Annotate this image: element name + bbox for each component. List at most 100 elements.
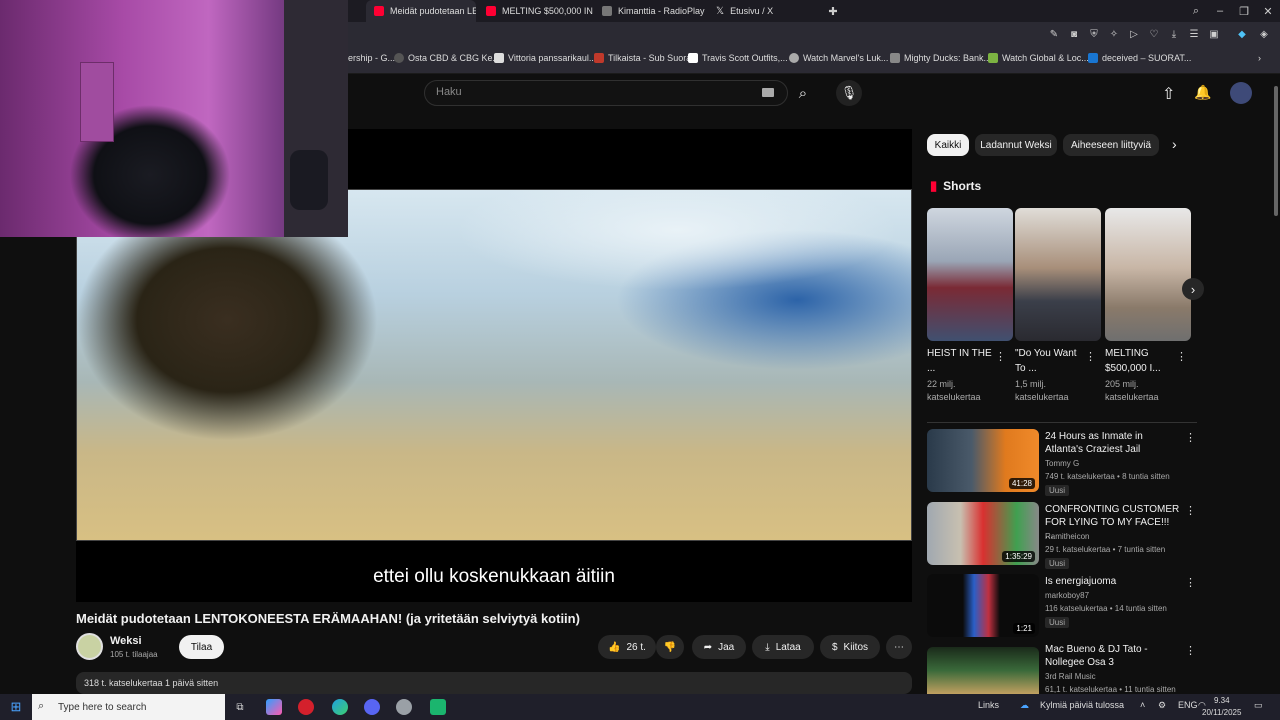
bookmark-item[interactable]: ership - G...	[348, 53, 395, 63]
tab-x[interactable]: 𝕏 Etusivu / X	[708, 0, 818, 22]
notification-icon[interactable]: ▭	[1254, 700, 1263, 711]
cube-icon[interactable]: ◈	[1258, 28, 1270, 40]
task-view-icon[interactable]: ⧉	[232, 699, 248, 715]
clock-time[interactable]: 9.34	[1214, 696, 1230, 705]
more-button[interactable]: ⋯	[886, 635, 912, 659]
chip-ladannut[interactable]: Ladannut Weksi	[975, 134, 1057, 156]
video-thumbnail[interactable]: 41:28	[927, 429, 1039, 492]
kebab-menu-icon[interactable]: ⋮	[1176, 350, 1187, 363]
scrollbar[interactable]	[1274, 86, 1278, 216]
kebab-menu-icon[interactable]: ⋮	[1185, 576, 1196, 589]
bookmark-item[interactable]: deceived – SUORAT...	[1088, 53, 1191, 63]
subscribe-button[interactable]: Tilaa	[179, 635, 224, 659]
video-thumbnail[interactable]: 1:35:29	[927, 502, 1039, 565]
bell-icon[interactable]: 🔔	[1194, 84, 1211, 101]
channel-name[interactable]: Weksi	[110, 635, 142, 647]
bookmark-item[interactable]: Mighty Ducks: Bank...	[890, 53, 991, 63]
chevron-up-icon[interactable]: ˄	[1140, 700, 1145, 710]
chevron-right-icon[interactable]: ›	[1172, 136, 1177, 152]
chevron-right-icon[interactable]: ›	[1258, 53, 1261, 63]
short-title[interactable]: "Do You Want To ...	[1015, 346, 1085, 376]
keyboard-icon[interactable]	[762, 88, 774, 97]
download-button[interactable]: ⤓ Lataa	[752, 635, 814, 659]
rec-channel[interactable]: Ramitheicon	[1045, 532, 1089, 541]
bookmark-item[interactable]: Watch Marvel's Luk...	[789, 53, 888, 63]
short-thumbnail[interactable]	[927, 208, 1013, 341]
aria-icon[interactable]: ◆	[1236, 28, 1248, 40]
channel-avatar[interactable]	[76, 633, 103, 660]
weather-text[interactable]: Kylmiä päiviä tulossa	[1040, 700, 1124, 710]
like-button[interactable]: 👍 26 t.	[598, 635, 656, 659]
search-tabs-icon[interactable]: ⌕	[1184, 0, 1208, 22]
bookmark-item[interactable]: Travis Scott Outfits,...	[688, 53, 788, 63]
video-frame[interactable]	[76, 189, 912, 541]
clock-date[interactable]: 20/11/2025	[1202, 708, 1241, 717]
taskbar-search-input[interactable]: Type here to search	[32, 694, 225, 720]
kebab-menu-icon[interactable]: ⋮	[1185, 644, 1196, 657]
links-toolbar[interactable]: Links	[978, 700, 999, 710]
chip-aiheeseen[interactable]: Aiheeseen liittyviä	[1063, 134, 1159, 156]
bookmark-item[interactable]: Tilkaista - Sub Suora	[594, 53, 691, 63]
kebab-menu-icon[interactable]: ⋮	[1185, 431, 1196, 444]
close-icon[interactable]: ✕	[1256, 0, 1280, 22]
menu-icon[interactable]: ☰	[1188, 28, 1200, 40]
play-icon[interactable]: ▷	[1128, 28, 1140, 40]
rec-title[interactable]: Is energiajuoma	[1045, 575, 1180, 588]
mic-icon[interactable]: 🎙	[836, 80, 862, 106]
app-icon[interactable]	[430, 699, 446, 715]
short-thumbnail[interactable]	[1015, 208, 1101, 341]
rec-channel[interactable]: 3rd Rail Music	[1045, 672, 1096, 681]
heart-icon[interactable]: ♡	[1148, 28, 1160, 40]
short-thumbnail[interactable]	[1105, 208, 1191, 341]
rec-channel[interactable]: markoboy87	[1045, 591, 1089, 600]
kebab-menu-icon[interactable]: ⋮	[995, 350, 1006, 363]
windows-start-icon[interactable]: ⊞	[8, 699, 24, 715]
upload-icon[interactable]: ⇧	[1162, 84, 1175, 104]
edge-icon[interactable]	[332, 699, 348, 715]
kebab-menu-icon[interactable]: ⋮	[1185, 504, 1196, 517]
bookmark-item[interactable]: Osta CBD & CBG Ke...	[394, 53, 500, 63]
bookmark-item[interactable]: Vittoria panssarikaul...	[494, 53, 596, 63]
video-thumbnail[interactable]: 1:21	[927, 574, 1039, 637]
tab-label: Meidät pudotetaan LE	[390, 6, 476, 16]
language-indicator[interactable]: ENG	[1178, 700, 1198, 710]
extension-icon[interactable]: ✧	[1108, 28, 1120, 40]
share-button[interactable]: ➦ Jaa	[692, 635, 746, 659]
copilot-icon[interactable]	[266, 699, 282, 715]
settings-icon[interactable]	[396, 699, 412, 715]
taskbar-search-placeholder: Type here to search	[58, 701, 147, 713]
tab-label: Etusivu / X	[730, 6, 774, 16]
edit-icon[interactable]: ✎	[1048, 28, 1060, 40]
network-icon[interactable]: ⚙	[1158, 700, 1166, 711]
chevron-right-icon[interactable]: ›	[1182, 278, 1204, 300]
discord-icon[interactable]	[364, 699, 380, 715]
shield-icon[interactable]: ⛨	[1088, 28, 1100, 40]
description-box[interactable]: 318 t. katselukertaa 1 päivä sitten	[76, 672, 912, 694]
search-input[interactable]	[424, 80, 788, 106]
rec-title[interactable]: 24 Hours as Inmate in Atlanta's Craziest…	[1045, 430, 1180, 456]
tab-radioplay[interactable]: Kimanttia - RadioPlay	[594, 0, 706, 22]
rec-title[interactable]: Mac Bueno & DJ Tato - Nollegee Osa 3	[1045, 643, 1180, 669]
bookmark-item[interactable]: Watch Global & Loc...	[988, 53, 1089, 63]
download-icon[interactable]: ⤓	[1168, 28, 1180, 40]
short-title[interactable]: MELTING $500,000 I...	[1105, 346, 1175, 376]
plus-icon[interactable]: ✚	[821, 0, 845, 22]
rec-channel[interactable]: Tommy G	[1045, 459, 1079, 468]
tab-meidat[interactable]: Meidät pudotetaan LE	[366, 0, 476, 22]
video-thumbnail[interactable]	[927, 647, 1039, 694]
kebab-menu-icon[interactable]: ⋮	[1085, 350, 1096, 363]
dislike-button[interactable]: 👎	[656, 635, 684, 659]
avatar[interactable]	[1230, 82, 1252, 104]
share-icon: ➦	[703, 641, 713, 653]
opera-icon[interactable]	[298, 699, 314, 715]
chip-kaikki[interactable]: Kaikki	[927, 134, 969, 156]
camera-icon[interactable]: ◙	[1068, 28, 1080, 40]
lock-icon[interactable]: ▣	[1208, 28, 1220, 40]
thanks-button[interactable]: $ Kiitos	[820, 635, 880, 659]
maximize-icon[interactable]: ❐	[1232, 0, 1256, 22]
short-title[interactable]: HEIST IN THE ...	[927, 346, 997, 376]
minimize-icon[interactable]: –	[1208, 0, 1232, 22]
site-icon	[789, 53, 799, 63]
search-icon[interactable]: ⌕	[790, 80, 816, 106]
tab-melting[interactable]: MELTING $500,000 IN WAT	[478, 0, 593, 22]
